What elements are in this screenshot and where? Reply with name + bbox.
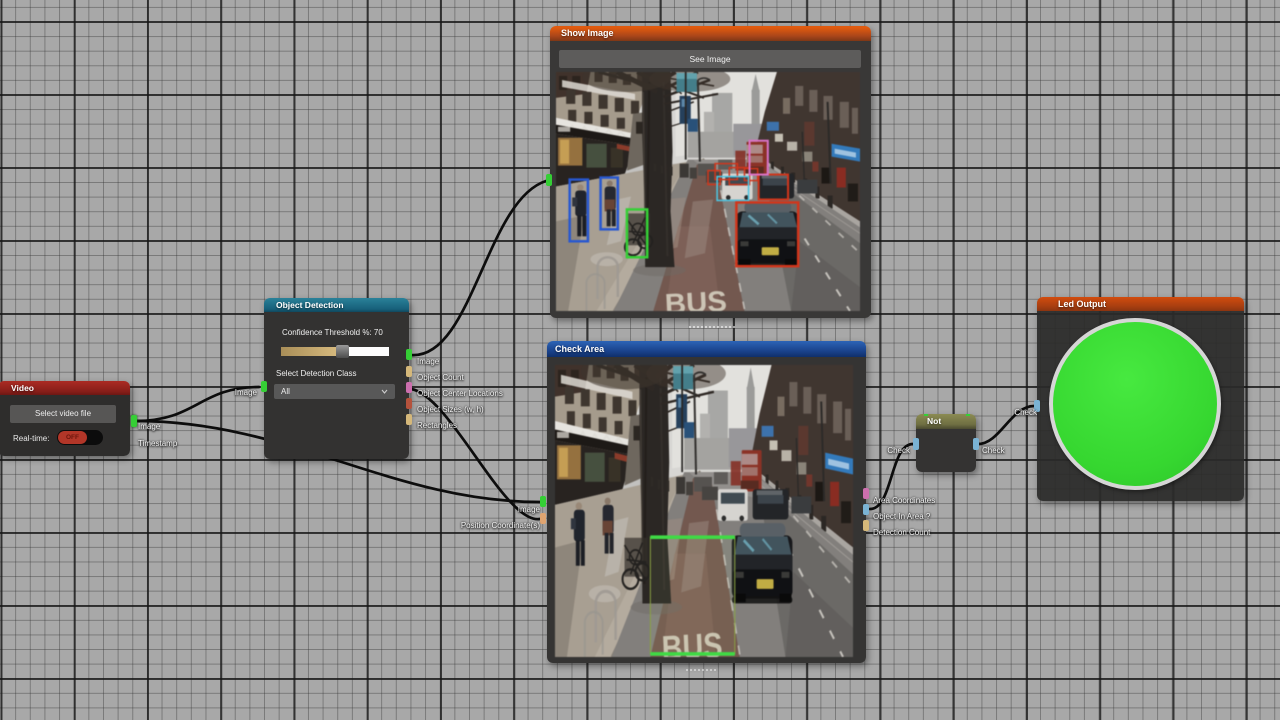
svg-text:BUS: BUS bbox=[664, 286, 728, 311]
